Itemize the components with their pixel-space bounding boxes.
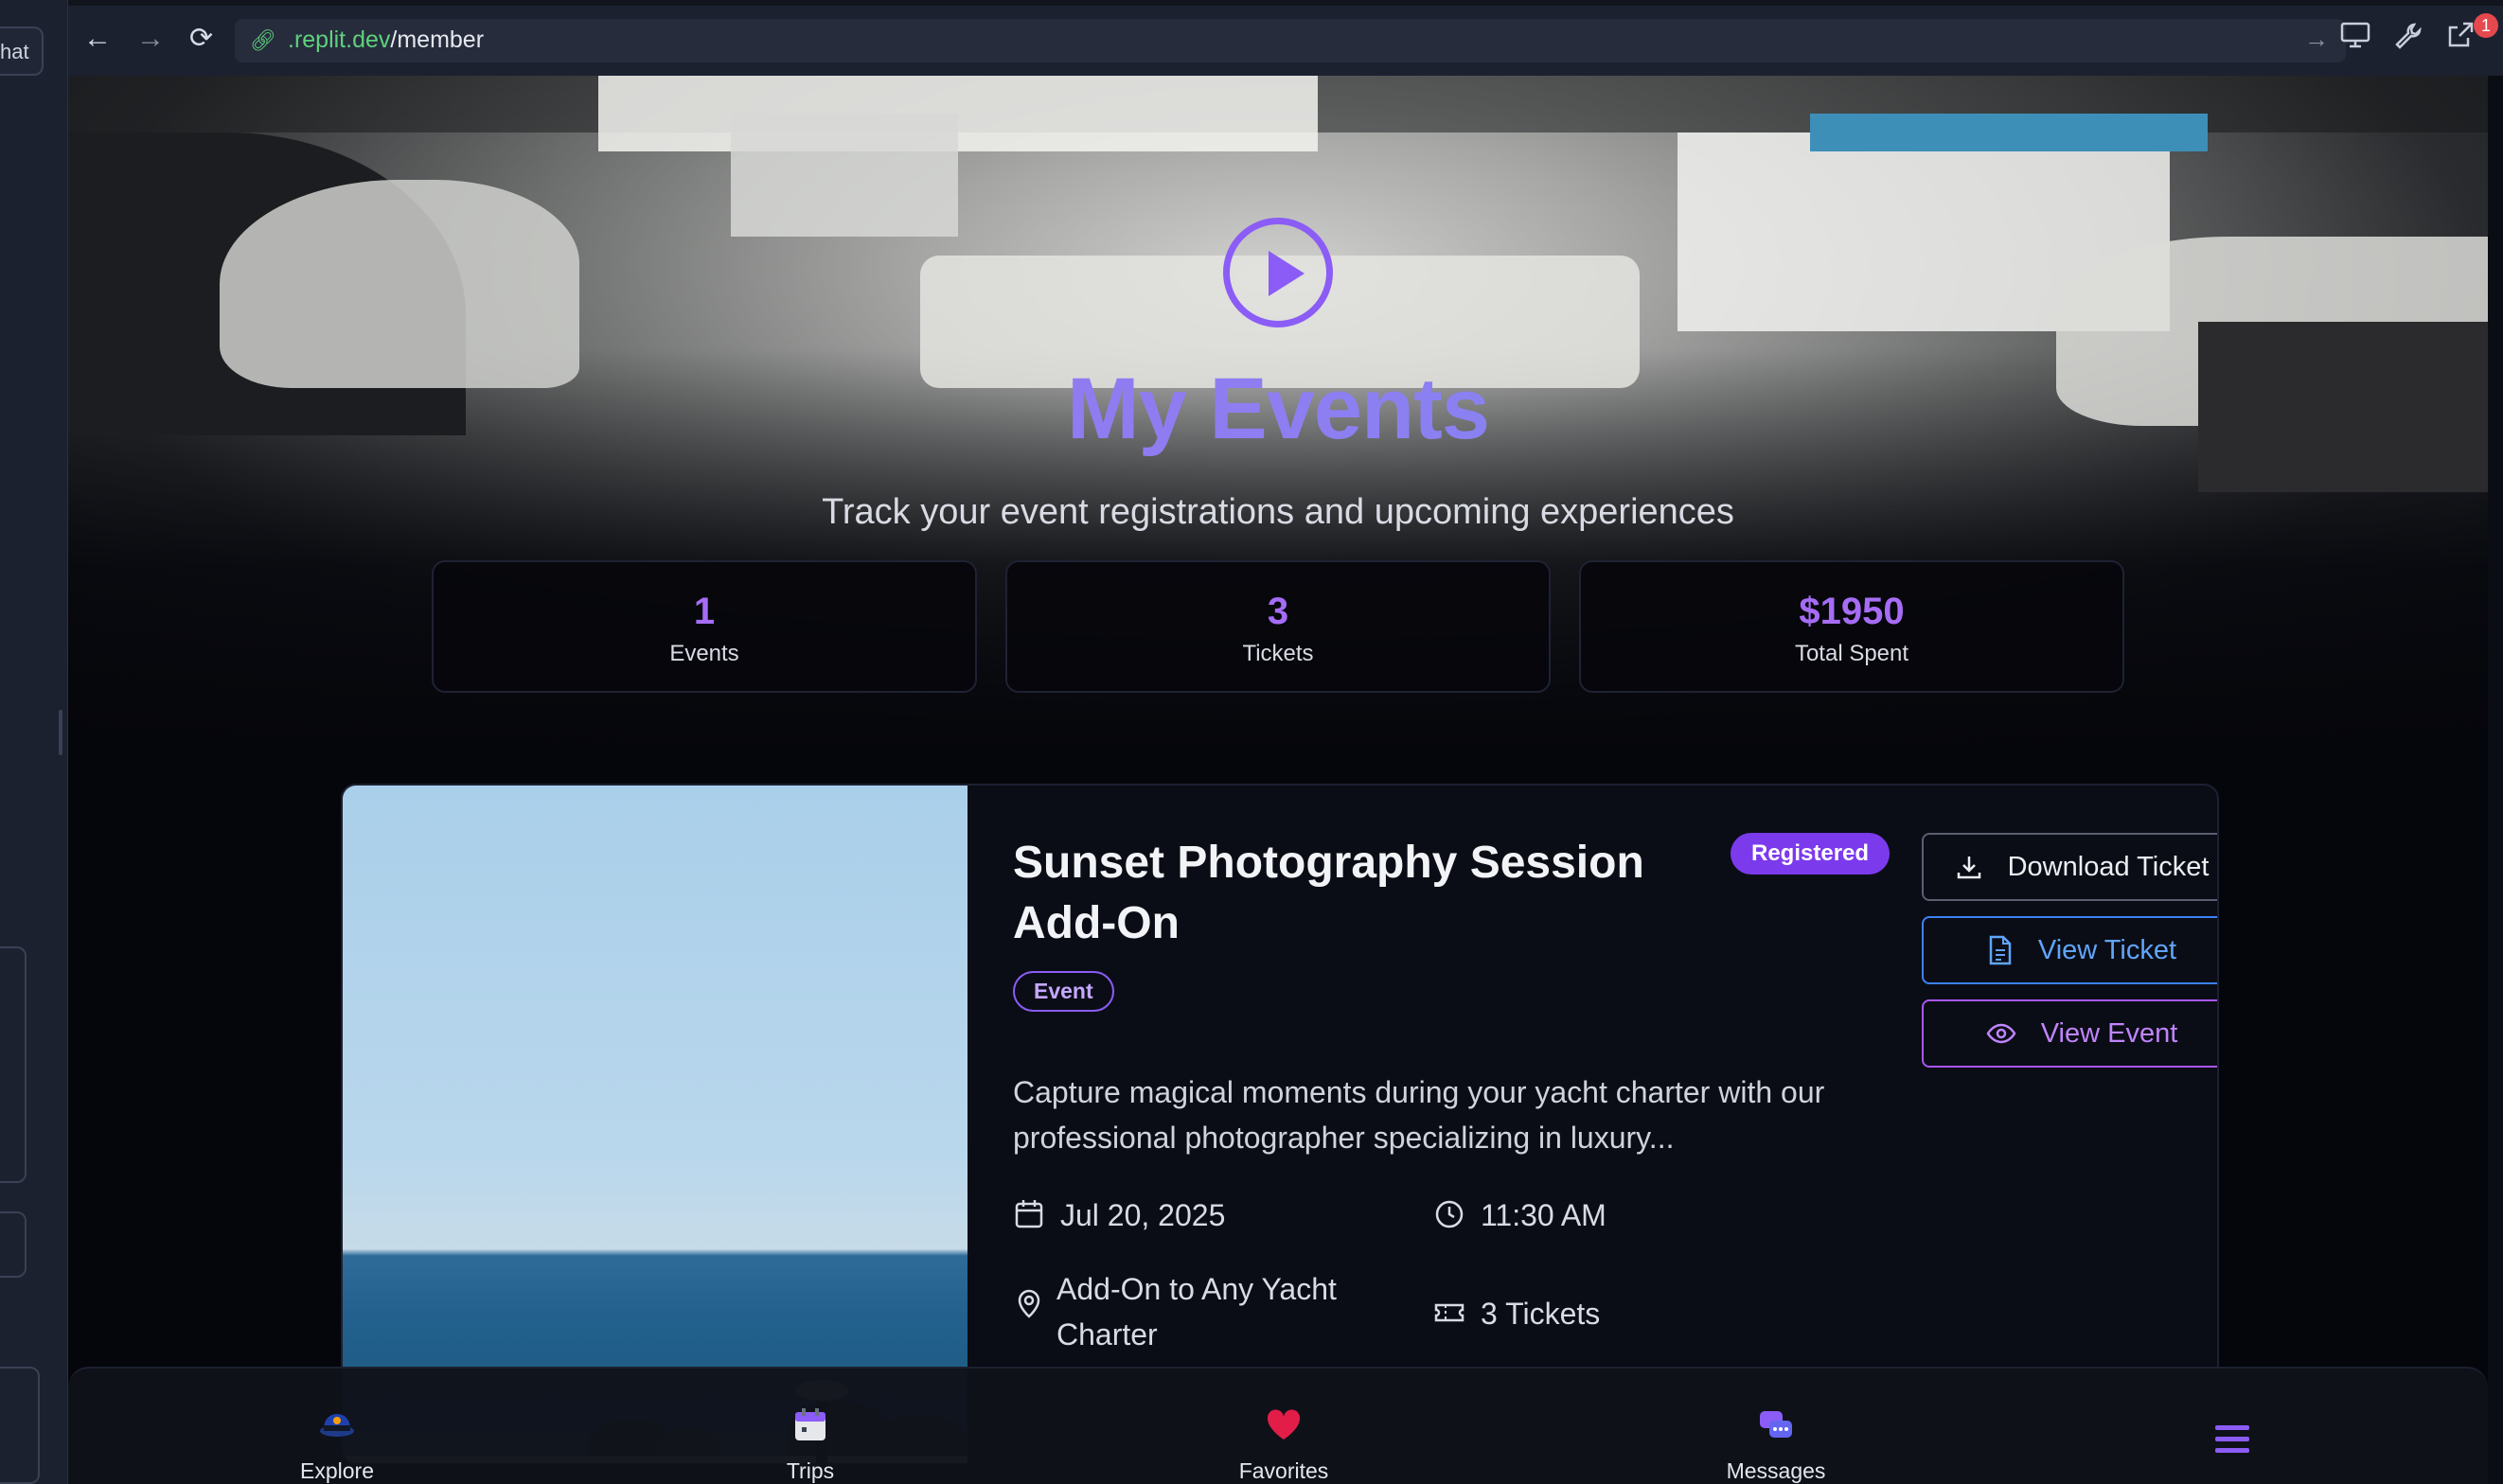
stat-value: 1 [693,591,716,632]
stat-value: $1950 [1799,591,1905,632]
event-type-badge: Event [1013,971,1114,1012]
nav-trips-label: Trips [786,1458,835,1483]
map-pin-icon [1018,1289,1040,1318]
heart-icon [1267,1409,1301,1440]
reload-icon[interactable]: ⟳ [189,23,213,55]
notification-badge: 1 [2474,13,2498,38]
event-date: Jul 20, 2025 [1013,1192,1392,1238]
stat-label: Total Spent [1794,641,1909,666]
stat-label: Events [669,641,739,666]
nav-explore[interactable]: Explore [223,1406,451,1484]
event-time: 11:30 AM [1433,1192,1717,1238]
nav-favorites-label: Favorites [1238,1458,1329,1483]
event-description: Capture magical moments during your yach… [1013,1075,1825,1155]
ide-panel-box [0,946,27,1183]
nav-explore-label: Explore [300,1458,374,1483]
ide-collapse-box[interactable] [0,1211,27,1278]
menu-hamburger-icon[interactable] [2215,1425,2249,1459]
nav-messages-label: Messages [1726,1458,1826,1483]
captain-hat-icon [320,1414,354,1437]
event-date-text: Jul 20, 2025 [1060,1198,1226,1232]
forward-arrow-icon[interactable]: → [136,23,165,55]
registered-badge: Registered [1731,833,1891,874]
browser-toolbar: ← → ⟳ 🔗︎ .replit.dev/member → 1 [68,0,2503,76]
nav-messages[interactable]: Messages [1662,1406,1890,1484]
calendar-icon [1015,1200,1043,1228]
stat-total-spent: $1950 Total Spent [1579,560,2124,693]
download-ticket-label: Download Ticket [2007,851,2210,882]
link-icon: 🔗︎ [250,28,276,52]
url-text: .replit.dev/member [288,26,485,53]
event-location-text: Add-On to Any Yacht Charter [1056,1272,1337,1352]
url-bar[interactable]: 🔗︎ .replit.dev/member → [235,19,2346,62]
event-card: Sunset Photography Session Add-On Regist… [341,784,2219,1465]
event-title: Sunset Photography Session Add-On [1013,838,1644,948]
page-title: My Events [68,360,2488,459]
view-ticket-button[interactable]: View Ticket [1922,916,2217,984]
wrench-icon[interactable] [2393,21,2423,59]
page-subtitle: Track your event registrations and upcom… [822,492,1734,532]
stat-label: Tickets [1242,641,1314,666]
chat-bubbles-icon [1760,1411,1792,1438]
stat-events: 1 Events [432,560,977,693]
back-arrow-icon[interactable]: ← [83,23,112,55]
view-event-button[interactable]: View Event [1922,999,2217,1068]
ide-chat-tab[interactable]: hat [0,26,44,76]
bottom-navigation: Explore Trips Favorites Messages [68,1367,2488,1484]
download-ticket-button[interactable]: Download Ticket [1922,833,2217,901]
stat-value: 3 [1267,591,1289,632]
ticket-icon [1434,1303,1465,1322]
nav-trips[interactable]: Trips [697,1406,924,1484]
ide-sidebar: hat [0,0,68,1484]
document-icon [1989,935,2012,965]
external-link-icon[interactable] [2446,21,2475,57]
event-image [343,786,967,1463]
resize-handle[interactable] [59,710,62,755]
devices-icon[interactable] [2340,21,2370,57]
download-icon [1957,857,1980,879]
view-ticket-label: View Ticket [2037,934,2177,965]
page-content: My Events Track your event registrations… [68,76,2488,1484]
eye-icon [1986,1023,2016,1044]
event-tickets: 3 Tickets [1433,1291,1717,1336]
stat-tickets: 3 Tickets [1005,560,1551,693]
event-time-text: 11:30 AM [1481,1198,1607,1232]
event-location: Add-On to Any Yacht Charter [1013,1266,1392,1357]
clock-icon [1435,1200,1464,1228]
nav-favorites[interactable]: Favorites [1170,1406,1397,1484]
open-url-arrow-icon[interactable]: → [2304,25,2329,54]
ide-tab-label: hat [0,40,29,63]
play-video-icon[interactable] [1223,218,1333,327]
event-tickets-text: 3 Tickets [1481,1297,1601,1331]
calendar-icon [795,1408,825,1440]
view-event-label: View Event [2040,1017,2178,1049]
ide-input-box[interactable] [0,1367,40,1484]
